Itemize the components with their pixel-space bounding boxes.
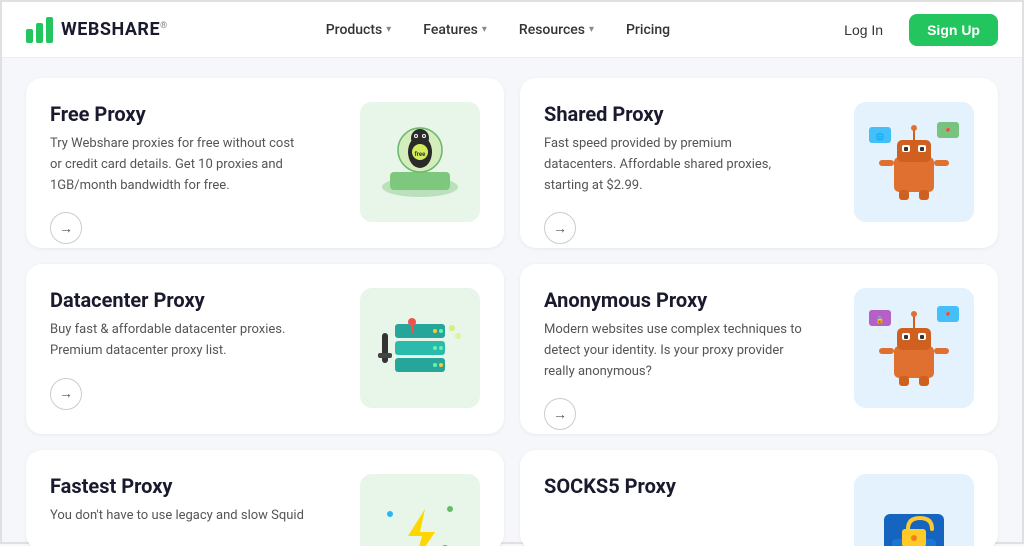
card-socks5-image: SOCKS xyxy=(854,474,974,546)
nav-features[interactable]: Features ▾ xyxy=(409,14,501,46)
card-datacenter-content: Datacenter Proxy Buy fast & affordable d… xyxy=(50,288,308,410)
nav: Products ▾ Features ▾ Resources ▾ Pricin… xyxy=(312,14,684,46)
card-datacenter-desc: Buy fast & affordable datacenter proxies… xyxy=(50,320,308,362)
card-fastest-title: Fastest Proxy xyxy=(50,474,308,498)
logo-bar-1 xyxy=(26,29,33,43)
shared-proxy-illustration: 🌐 📍 xyxy=(864,112,964,212)
card-datacenter-proxy: Datacenter Proxy Buy fast & affordable d… xyxy=(26,264,504,434)
svg-text:🌐: 🌐 xyxy=(876,132,885,141)
card-datacenter-arrow[interactable]: → xyxy=(50,378,82,410)
chevron-down-icon: ▾ xyxy=(386,24,391,35)
svg-text:free: free xyxy=(415,151,427,158)
card-socks5-content: SOCKS5 Proxy xyxy=(544,474,802,514)
card-fastest-desc: You don't have to use legacy and slow Sq… xyxy=(50,506,308,527)
card-anonymous-image: 🔒 📍 xyxy=(854,288,974,408)
logo[interactable]: WEBSHARE® xyxy=(26,17,168,43)
card-socks5-proxy: SOCKS5 Proxy SOCKS xyxy=(520,450,998,546)
card-datacenter-image xyxy=(360,288,480,408)
card-shared-arrow[interactable]: → xyxy=(544,212,576,244)
fastest-proxy-illustration xyxy=(370,484,470,546)
logo-text: WEBSHARE® xyxy=(61,19,168,40)
logo-icon xyxy=(26,17,53,43)
nav-resources[interactable]: Resources ▾ xyxy=(505,14,608,46)
card-datacenter-title: Datacenter Proxy xyxy=(50,288,308,312)
card-fastest-image xyxy=(360,474,480,546)
main-content: Free Proxy Try Webshare proxies for free… xyxy=(2,58,1022,546)
socks5-proxy-illustration: SOCKS xyxy=(864,484,964,546)
nav-pricing[interactable]: Pricing xyxy=(612,14,684,46)
svg-text:🔒: 🔒 xyxy=(876,316,885,324)
card-fastest-proxy: Fastest Proxy You don't have to use lega… xyxy=(26,450,504,546)
logo-bar-3 xyxy=(46,17,53,43)
card-free-arrow[interactable]: → xyxy=(50,212,82,244)
svg-text:📍: 📍 xyxy=(944,311,953,320)
card-shared-desc: Fast speed provided by premium datacente… xyxy=(544,134,802,196)
logo-bar-2 xyxy=(36,23,43,43)
chevron-down-icon: ▾ xyxy=(589,24,594,35)
card-shared-title: Shared Proxy xyxy=(544,102,802,126)
datacenter-proxy-illustration xyxy=(370,298,470,398)
card-shared-image: 🌐 📍 xyxy=(854,102,974,222)
header: WEBSHARE® Products ▾ Features ▾ Resource… xyxy=(2,2,1022,58)
card-fastest-content: Fastest Proxy You don't have to use lega… xyxy=(50,474,308,543)
svg-text:📍: 📍 xyxy=(944,127,953,136)
card-anonymous-content: Anonymous Proxy Modern websites use comp… xyxy=(544,288,802,430)
login-button[interactable]: Log In xyxy=(828,14,899,46)
chevron-down-icon: ▾ xyxy=(482,24,487,35)
card-free-title: Free Proxy xyxy=(50,102,308,126)
card-free-image: free xyxy=(360,102,480,222)
card-anonymous-desc: Modern websites use complex techniques t… xyxy=(544,320,802,382)
signup-button[interactable]: Sign Up xyxy=(909,14,998,46)
card-free-proxy: Free Proxy Try Webshare proxies for free… xyxy=(26,78,504,248)
card-anonymous-proxy: Anonymous Proxy Modern websites use comp… xyxy=(520,264,998,434)
card-free-desc: Try Webshare proxies for free without co… xyxy=(50,134,308,196)
header-actions: Log In Sign Up xyxy=(828,14,998,46)
card-socks5-title: SOCKS5 Proxy xyxy=(544,474,802,498)
card-shared-proxy: Shared Proxy Fast speed provided by prem… xyxy=(520,78,998,248)
card-anonymous-arrow[interactable]: → xyxy=(544,398,576,430)
anonymous-proxy-illustration: 🔒 📍 xyxy=(864,298,964,398)
nav-products[interactable]: Products ▾ xyxy=(312,14,406,46)
card-free-content: Free Proxy Try Webshare proxies for free… xyxy=(50,102,308,244)
card-shared-content: Shared Proxy Fast speed provided by prem… xyxy=(544,102,802,244)
card-anonymous-title: Anonymous Proxy xyxy=(544,288,802,312)
free-proxy-illustration: free xyxy=(370,112,470,212)
